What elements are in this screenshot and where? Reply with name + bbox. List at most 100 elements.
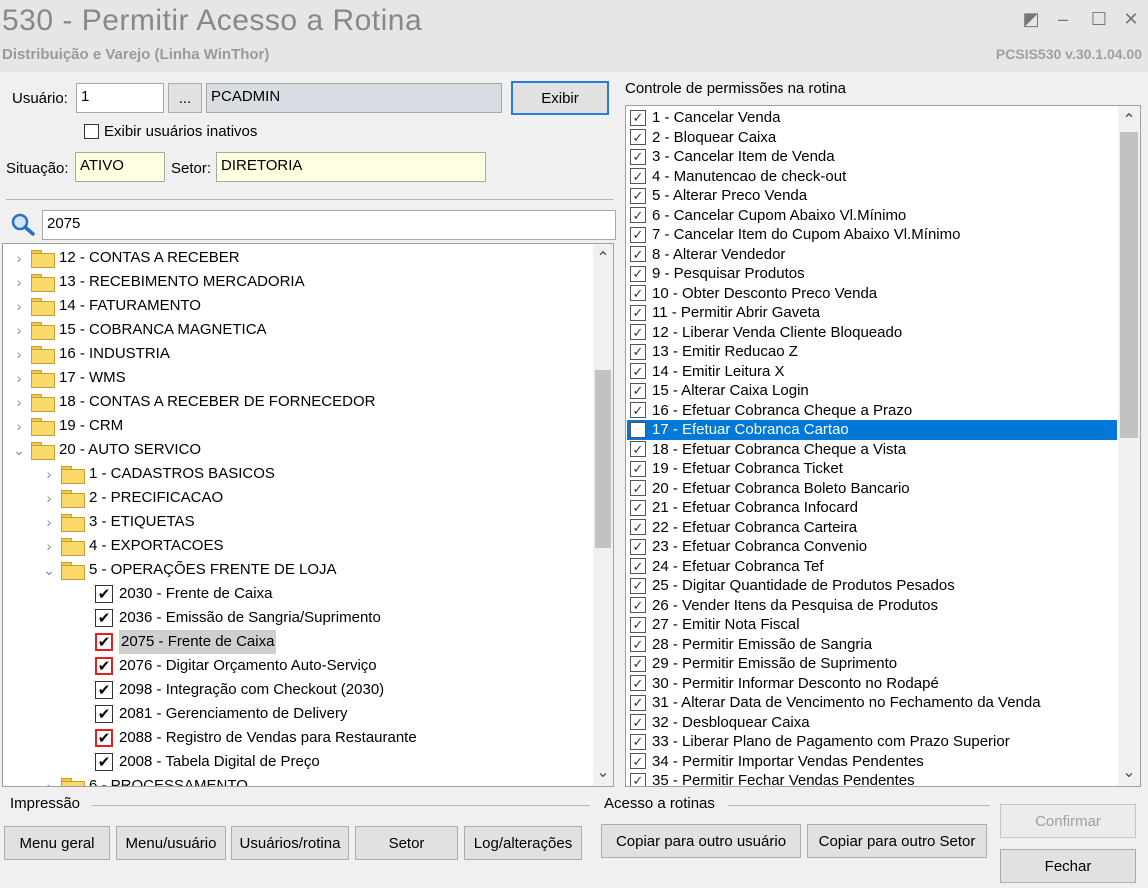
scroll-down-icon[interactable]: ⌄ bbox=[593, 762, 613, 782]
permission-checkbox[interactable]: ✓ bbox=[630, 597, 646, 614]
search-input[interactable]: 2075 bbox=[42, 210, 616, 240]
tree-folder-node[interactable]: ⌄ 20 - AUTO SERVICO bbox=[11, 438, 201, 462]
tree-folder-node[interactable]: › 12 - CONTAS A RECEBER bbox=[11, 246, 240, 270]
permission-item[interactable]: ✓ 5 - Alterar Preco Venda bbox=[627, 186, 1117, 206]
permission-checkbox[interactable]: ✓ bbox=[630, 187, 646, 204]
permission-checkbox[interactable]: ✓ bbox=[630, 343, 646, 360]
permission-checkbox[interactable]: ✓ bbox=[630, 324, 646, 341]
tree-folder-node[interactable]: › 17 - WMS bbox=[11, 366, 126, 390]
permission-checkbox[interactable]: ✓ bbox=[630, 363, 646, 380]
tree-routine-node[interactable]: ✔ 2098 - Integração com Checkout (2030) bbox=[95, 678, 384, 702]
inactive-users-toggle[interactable]: Exibir usuários inativos bbox=[84, 123, 257, 140]
permission-checkbox[interactable]: ✓ bbox=[630, 285, 646, 302]
permission-item[interactable]: ✓ 22 - Efetuar Cobranca Carteira bbox=[627, 518, 1117, 538]
user-code-input[interactable]: 1 bbox=[76, 83, 164, 113]
scroll-down-icon[interactable]: ⌄ bbox=[1118, 762, 1140, 782]
tree-routine-node[interactable]: ✔ 2008 - Tabela Digital de Preço bbox=[95, 750, 320, 774]
permission-item[interactable]: ✓ 32 - Desbloquear Caixa bbox=[627, 713, 1117, 733]
minimize-icon[interactable]: – bbox=[1052, 8, 1074, 30]
permission-item[interactable]: ✓ 8 - Alterar Vendedor bbox=[627, 245, 1117, 265]
user-lookup-button[interactable]: ... bbox=[168, 83, 202, 113]
tree-routine-node[interactable]: ✔ 2075 - Frente de Caixa bbox=[95, 630, 277, 654]
routine-checkbox[interactable]: ✔ bbox=[95, 729, 113, 747]
tree-folder-node[interactable]: › 14 - FATURAMENTO bbox=[11, 294, 201, 318]
permission-item[interactable]: ✓ 33 - Liberar Plano de Pagamento com Pra… bbox=[627, 732, 1117, 752]
print-log-button[interactable]: Log/alterações bbox=[464, 826, 582, 860]
permission-checkbox[interactable]: ✓ bbox=[630, 519, 646, 536]
permission-checkbox[interactable]: ✓ bbox=[630, 129, 646, 146]
permission-checkbox[interactable]: ✓ bbox=[630, 675, 646, 692]
routine-checkbox[interactable]: ✔ bbox=[95, 705, 113, 723]
permission-checkbox[interactable]: ✓ bbox=[630, 577, 646, 594]
routine-checkbox[interactable]: ✔ bbox=[95, 681, 113, 699]
permission-checkbox[interactable]: ✓ bbox=[630, 148, 646, 165]
permission-checkbox[interactable]: ✓ bbox=[630, 460, 646, 477]
permission-checkbox[interactable]: ✓ bbox=[630, 694, 646, 711]
permission-checkbox[interactable]: ✓ bbox=[630, 109, 646, 126]
routine-checkbox[interactable]: ✔ bbox=[95, 657, 113, 675]
permission-item[interactable]: ✓ 28 - Permitir Emissão de Sangria bbox=[627, 635, 1117, 655]
chevron-right-icon[interactable]: › bbox=[41, 774, 57, 786]
permission-item[interactable]: ✓ 21 - Efetuar Cobranca Infocard bbox=[627, 498, 1117, 518]
permission-item[interactable]: ✓ 26 - Vender Itens da Pesquisa de Produt… bbox=[627, 596, 1117, 616]
permission-item[interactable]: ✓ 18 - Efetuar Cobranca Cheque a Vista bbox=[627, 440, 1117, 460]
tree-routine-node[interactable]: ✔ 2076 - Digitar Orçamento Auto-Serviço bbox=[95, 654, 377, 678]
permission-checkbox[interactable] bbox=[630, 421, 646, 438]
tree-folder-node[interactable]: ⌄ 5 - OPERAÇÕES FRENTE DE LOJA bbox=[41, 558, 337, 582]
permission-item[interactable]: ✓ 7 - Cancelar Item do Cupom Abaixo Vl.Mí… bbox=[627, 225, 1117, 245]
chevron-right-icon[interactable]: › bbox=[41, 462, 57, 486]
maximize-icon[interactable]: ☐ bbox=[1088, 8, 1110, 30]
print-users-routine-button[interactable]: Usuários/rotina bbox=[231, 826, 349, 860]
chevron-right-icon[interactable]: › bbox=[11, 246, 27, 270]
permission-item[interactable]: ✓ 10 - Obter Desconto Preco Venda bbox=[627, 284, 1117, 304]
tree-folder-node[interactable]: › 2 - PRECIFICACAO bbox=[41, 486, 223, 510]
tree-folder-node[interactable]: › 1 - CADASTROS BASICOS bbox=[41, 462, 275, 486]
permission-checkbox[interactable]: ✓ bbox=[630, 499, 646, 516]
confirm-button[interactable]: Confirmar bbox=[1000, 804, 1136, 838]
chevron-right-icon[interactable]: › bbox=[11, 366, 27, 390]
permission-checkbox[interactable]: ✓ bbox=[630, 480, 646, 497]
routine-checkbox[interactable]: ✔ bbox=[95, 753, 113, 771]
permission-checkbox[interactable]: ✓ bbox=[630, 246, 646, 263]
permission-checkbox[interactable]: ✓ bbox=[630, 558, 646, 575]
permission-item[interactable]: ✓ 25 - Digitar Quantidade de Produtos Pes… bbox=[627, 576, 1117, 596]
inactive-users-checkbox[interactable] bbox=[84, 124, 99, 139]
tree-routine-node[interactable]: ✔ 2081 - Gerenciamento de Delivery bbox=[95, 702, 347, 726]
tree-folder-node[interactable]: › 19 - CRM bbox=[11, 414, 123, 438]
permission-item[interactable]: ✓ 31 - Alterar Data de Vencimento no Fech… bbox=[627, 693, 1117, 713]
close-button[interactable]: Fechar bbox=[1000, 849, 1136, 883]
permissions-scrollbar[interactable]: ⌃ ⌄ bbox=[1118, 106, 1140, 786]
permission-item[interactable]: ✓ 27 - Emitir Nota Fiscal bbox=[627, 615, 1117, 635]
permission-item[interactable]: ✓ 34 - Permitir Importar Vendas Pendentes bbox=[627, 752, 1117, 772]
tree-folder-node[interactable]: › 4 - EXPORTACOES bbox=[41, 534, 223, 558]
routine-tree[interactable]: › 12 - CONTAS A RECEBER › 13 - RECEBIMENTO … bbox=[2, 243, 614, 787]
tree-folder-node[interactable]: › 13 - RECEBIMENTO MERCADORIA bbox=[11, 270, 305, 294]
permission-checkbox[interactable]: ✓ bbox=[630, 714, 646, 731]
print-menu-user-button[interactable]: Menu/usuário bbox=[116, 826, 226, 860]
routine-checkbox[interactable]: ✔ bbox=[95, 585, 113, 603]
permissions-scroll-thumb[interactable] bbox=[1120, 132, 1138, 438]
chevron-right-icon[interactable]: › bbox=[11, 390, 27, 414]
permission-checkbox[interactable]: ✓ bbox=[630, 538, 646, 555]
permission-checkbox[interactable]: ✓ bbox=[630, 402, 646, 419]
permission-item[interactable]: ✓ 6 - Cancelar Cupom Abaixo Vl.Mínimo bbox=[627, 206, 1117, 226]
permission-item[interactable]: ✓ 30 - Permitir Informar Desconto no Roda… bbox=[627, 674, 1117, 694]
tree-folder-node[interactable]: › 6 - PROCESSAMENTO bbox=[41, 774, 248, 786]
permission-item[interactable]: ✓ 11 - Permitir Abrir Gaveta bbox=[627, 303, 1117, 323]
print-sector-button[interactable]: Setor bbox=[355, 826, 458, 860]
permission-item[interactable]: ✓ 15 - Alterar Caixa Login bbox=[627, 381, 1117, 401]
permission-item[interactable]: 17 - Efetuar Cobranca Cartao bbox=[627, 420, 1117, 440]
chevron-right-icon[interactable]: › bbox=[41, 534, 57, 558]
show-button[interactable]: Exibir bbox=[511, 81, 609, 115]
permission-checkbox[interactable]: ✓ bbox=[630, 265, 646, 282]
permission-checkbox[interactable]: ✓ bbox=[630, 753, 646, 770]
chevron-right-icon[interactable]: › bbox=[41, 486, 57, 510]
permission-checkbox[interactable]: ✓ bbox=[630, 441, 646, 458]
tree-folder-node[interactable]: › 3 - ETIQUETAS bbox=[41, 510, 195, 534]
copy-to-sector-button[interactable]: Copiar para outro Setor bbox=[807, 824, 987, 858]
permission-checkbox[interactable]: ✓ bbox=[630, 733, 646, 750]
permission-checkbox[interactable]: ✓ bbox=[630, 636, 646, 653]
permissions-list[interactable]: ✓ 1 - Cancelar Venda ✓ 2 - Bloquear Caixa ✓ 3… bbox=[625, 105, 1141, 787]
tree-folder-node[interactable]: › 16 - INDUSTRIA bbox=[11, 342, 170, 366]
tree-routine-node[interactable]: ✔ 2036 - Emissão de Sangria/Suprimento bbox=[95, 606, 381, 630]
